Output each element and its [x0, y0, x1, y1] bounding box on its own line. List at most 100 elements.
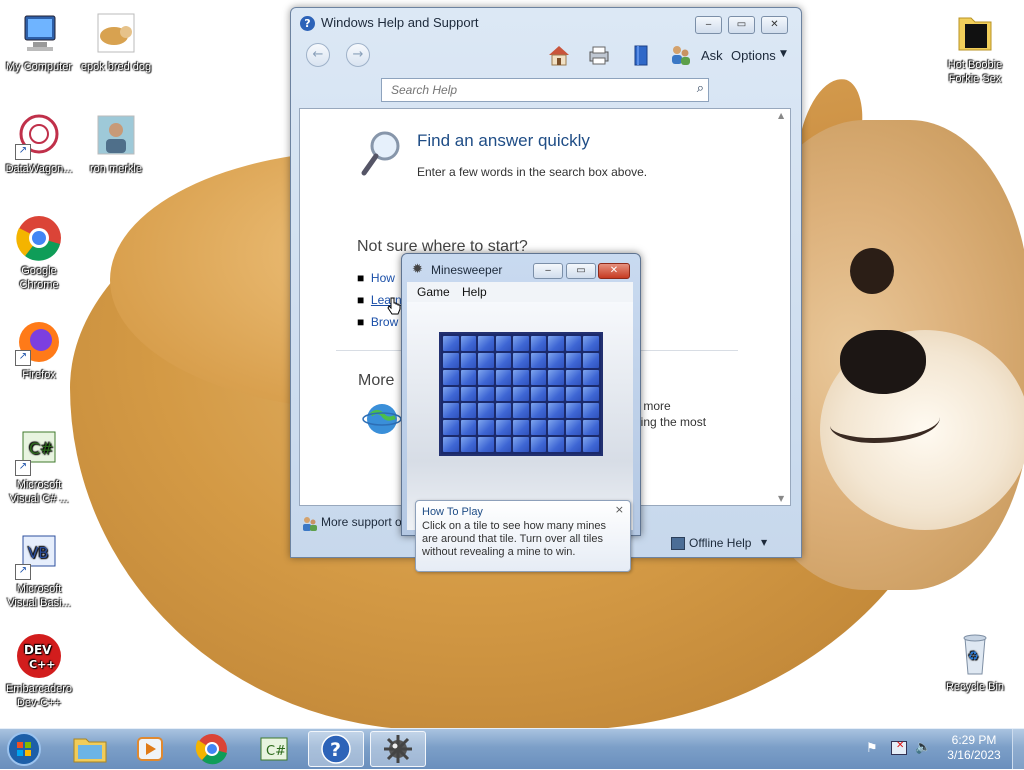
mine-tile[interactable]: [460, 336, 477, 351]
link-browse[interactable]: Brow: [371, 315, 398, 329]
mine-tile[interactable]: [513, 386, 529, 402]
mine-tile[interactable]: [583, 386, 599, 402]
mine-tile[interactable]: [583, 352, 599, 368]
clock[interactable]: 6:29 PM 3/16/2023: [942, 733, 1006, 763]
volume-icon[interactable]: 🔈: [915, 740, 931, 755]
mine-tile[interactable]: [530, 420, 547, 436]
mine-tile[interactable]: [443, 437, 459, 452]
minesweeper-window[interactable]: ✹ Minesweeper ‒ ▭ ✕ Game Help How To Pla…: [401, 253, 641, 572]
taskbar-chrome[interactable]: [184, 731, 240, 767]
taskbar-help-and-support[interactable]: ?: [308, 731, 364, 767]
mine-tile[interactable]: [478, 369, 494, 385]
network-icon[interactable]: ✕: [891, 740, 907, 755]
mine-tile[interactable]: [565, 420, 582, 436]
link-how[interactable]: How: [371, 271, 395, 285]
mine-tile[interactable]: [495, 369, 512, 385]
start-button[interactable]: [2, 731, 48, 767]
desktop-icon-dev-cpp[interactable]: DEV C++ Embarcadero Dev-C++: [1, 632, 77, 710]
mine-tile[interactable]: [513, 420, 529, 436]
maximize-button[interactable]: ▭: [566, 263, 596, 279]
mine-tile[interactable]: [548, 437, 564, 452]
show-desktop-button[interactable]: [1012, 729, 1024, 769]
mine-tile[interactable]: [583, 420, 599, 436]
desktop-icon-visual-csharp[interactable]: C# ↗ Microsoft Visual C# ...: [1, 428, 77, 506]
mine-tile[interactable]: [478, 386, 494, 402]
mine-tile[interactable]: [513, 352, 529, 368]
home-button[interactable]: [547, 44, 571, 66]
mine-tile[interactable]: [443, 386, 459, 402]
search-input[interactable]: [389, 79, 683, 101]
mine-tile[interactable]: [443, 352, 459, 368]
mine-tile[interactable]: [548, 369, 564, 385]
desktop-icon-epok-bred-dog[interactable]: epok bred dog: [78, 10, 154, 74]
mine-tile[interactable]: [583, 437, 599, 452]
maximize-button[interactable]: ▭: [728, 16, 755, 34]
offline-help-button[interactable]: Offline Help ▼: [671, 535, 771, 553]
desktop-icon-recycle-bin[interactable]: ♻ Recycle Bin: [937, 630, 1013, 694]
mine-tile[interactable]: [513, 336, 529, 351]
mine-tile[interactable]: [565, 386, 582, 402]
desktop-icon-visual-basic[interactable]: VB ↗ Microsoft Visual Basi...: [1, 532, 77, 610]
mine-tile[interactable]: [513, 403, 529, 419]
scrollbar[interactable]: ▲ ▼: [774, 109, 790, 505]
search-box[interactable]: ⌕: [381, 78, 709, 102]
mine-tile[interactable]: [513, 437, 529, 452]
mine-tile[interactable]: [478, 437, 494, 452]
mine-tile[interactable]: [495, 403, 512, 419]
mine-tile[interactable]: [495, 420, 512, 436]
menu-game[interactable]: Game: [417, 285, 450, 299]
mine-tile[interactable]: [495, 386, 512, 402]
desktop-icon-folder[interactable]: Hot Boobie Forkie Sex: [937, 8, 1013, 86]
mine-tile[interactable]: [548, 386, 564, 402]
desktop-icon-chrome[interactable]: Google Chrome: [1, 214, 77, 292]
mine-tile[interactable]: [478, 336, 494, 351]
browse-help-button[interactable]: [629, 44, 653, 66]
mine-tile[interactable]: [583, 369, 599, 385]
desktop-icon-ron-merkle[interactable]: ron merkle: [78, 112, 154, 176]
print-button[interactable]: [587, 44, 611, 66]
mine-tile[interactable]: [530, 336, 547, 351]
mine-tile[interactable]: [443, 403, 459, 419]
mine-tile[interactable]: [548, 336, 564, 351]
desktop-icon-datawagon[interactable]: ↗ DataWagon...: [1, 112, 77, 176]
mine-tile[interactable]: [530, 437, 547, 452]
mine-tile[interactable]: [460, 420, 477, 436]
mine-tile[interactable]: [460, 437, 477, 452]
mine-tile[interactable]: [530, 403, 547, 419]
mine-tile[interactable]: [460, 386, 477, 402]
scroll-up-icon[interactable]: ▲: [778, 111, 784, 120]
mine-tile[interactable]: [548, 403, 564, 419]
mine-tile[interactable]: [495, 352, 512, 368]
mine-tile[interactable]: [565, 336, 582, 351]
options-menu-button[interactable]: Options ▼: [731, 44, 793, 66]
menu-help[interactable]: Help: [462, 285, 487, 299]
mine-tile[interactable]: [565, 369, 582, 385]
mine-tile[interactable]: [530, 386, 547, 402]
minimize-button[interactable]: ‒: [533, 263, 563, 279]
scroll-down-icon[interactable]: ▼: [778, 494, 784, 503]
mine-tile[interactable]: [495, 437, 512, 452]
mine-tile[interactable]: [583, 403, 599, 419]
mine-tile[interactable]: [565, 437, 582, 452]
back-button[interactable]: ←: [306, 43, 330, 67]
mine-tile[interactable]: [460, 352, 477, 368]
taskbar-visual-csharp[interactable]: C#: [246, 731, 302, 767]
mine-tile[interactable]: [565, 403, 582, 419]
minimize-button[interactable]: ‒: [695, 16, 722, 34]
mine-tile[interactable]: [548, 420, 564, 436]
desktop-icon-firefox[interactable]: ↗ Firefox: [1, 318, 77, 382]
mine-tile[interactable]: [548, 352, 564, 368]
mine-tile[interactable]: [478, 420, 494, 436]
desktop-icon-my-computer[interactable]: My Computer: [1, 10, 77, 74]
mine-tile[interactable]: [460, 403, 477, 419]
mine-tile[interactable]: [443, 369, 459, 385]
close-button[interactable]: ✕: [761, 16, 788, 34]
close-button[interactable]: ✕: [598, 263, 630, 279]
more-support-link[interactable]: More support o: [321, 515, 402, 529]
mine-tile[interactable]: [513, 369, 529, 385]
mine-tile[interactable]: [583, 336, 599, 351]
action-center-icon[interactable]: ⚑: [866, 741, 878, 756]
mine-tile[interactable]: [443, 420, 459, 436]
mine-tile[interactable]: [478, 403, 494, 419]
mine-tile[interactable]: [565, 352, 582, 368]
